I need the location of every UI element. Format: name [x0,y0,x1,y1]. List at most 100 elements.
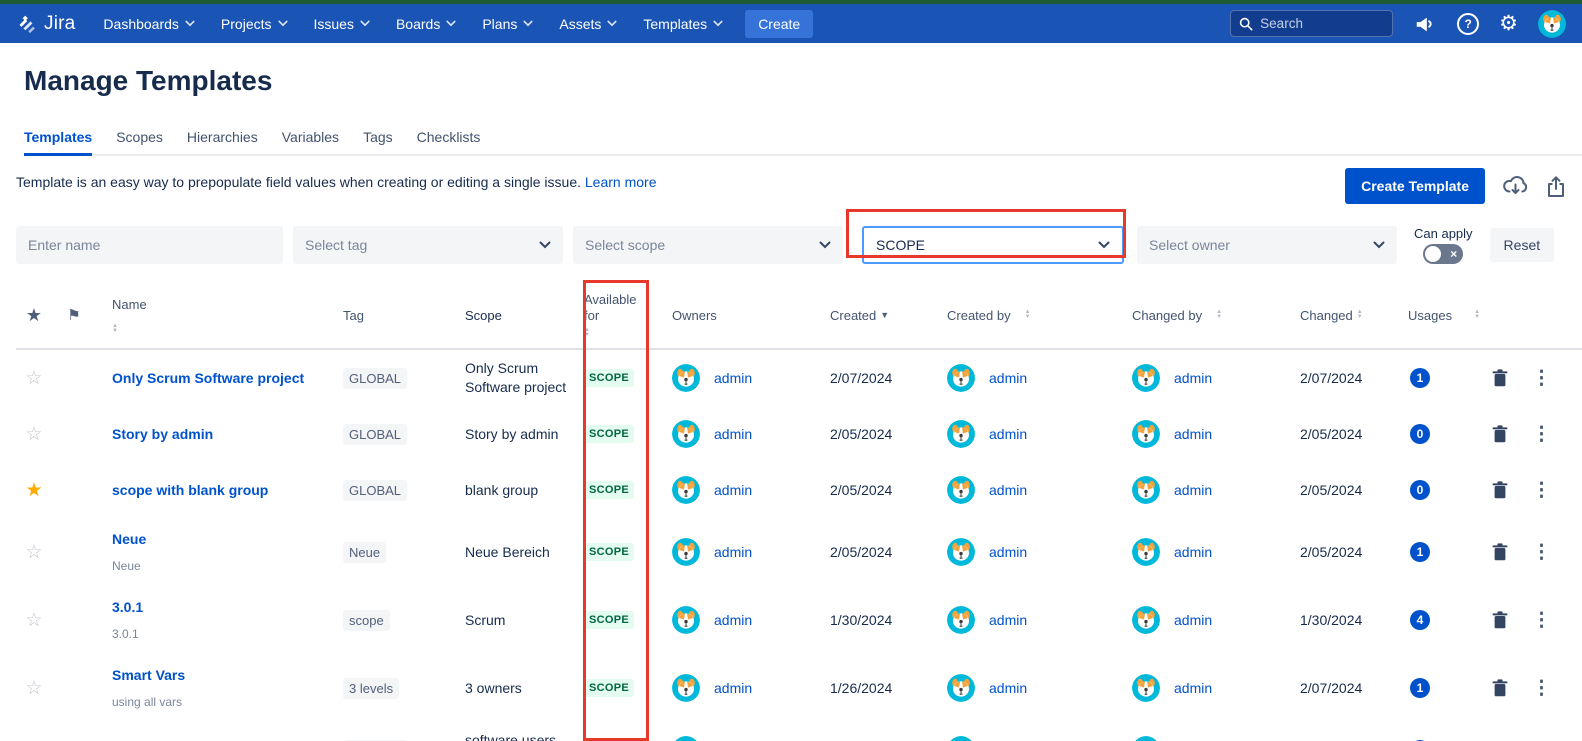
created-by-link[interactable]: admin [989,370,1027,386]
owner-avatar[interactable] [672,736,700,741]
scope-filter[interactable]: Select scope [573,226,843,264]
created-by-link[interactable]: admin [989,482,1027,498]
changed-by-avatar[interactable] [1132,606,1160,634]
usages-badge[interactable]: 0 [1410,424,1430,444]
changed-by-avatar[interactable] [1132,476,1160,504]
tab-scopes[interactable]: Scopes [116,123,163,154]
delete-button[interactable] [1492,481,1508,499]
star-icon[interactable]: ☆ [25,609,42,632]
star-icon[interactable]: ☆ [25,423,42,446]
usages-badge[interactable]: 1 [1410,368,1430,388]
sort-desc-icon[interactable]: ▼ [880,310,889,320]
owner-link[interactable]: admin [714,426,752,442]
template-name-link[interactable]: scope with blank group [112,482,268,498]
nav-item-dashboards[interactable]: Dashboards [103,16,195,32]
template-name-link[interactable]: 3.0.1 [112,599,143,615]
column-header-created[interactable]: Created▼ [820,292,923,338]
available-for-filter[interactable]: SCOPE [862,226,1124,264]
changed-by-avatar[interactable] [1132,364,1160,392]
tab-templates[interactable]: Templates [24,123,92,154]
changed-by-link[interactable]: admin [1174,482,1212,498]
changed-by-avatar[interactable] [1132,674,1160,702]
owner-avatar[interactable] [672,538,700,566]
changed-by-avatar[interactable] [1132,420,1160,448]
created-by-link[interactable]: admin [989,544,1027,560]
changed-by-avatar[interactable] [1132,736,1160,741]
owner-avatar[interactable] [672,476,700,504]
announcements-button[interactable] [1413,13,1437,35]
star-icon[interactable]: ☆ [25,677,42,700]
column-header-createdby[interactable]: Created by▲▼ [923,292,1108,338]
owner-avatar[interactable] [672,364,700,392]
column-header-avail[interactable]: Available for▲▼ [584,292,648,338]
more-actions-button[interactable]: ⋮ [1532,611,1551,630]
tab-hierarchies[interactable]: Hierarchies [187,123,258,154]
created-by-link[interactable]: admin [989,680,1027,696]
usages-badge[interactable]: 1 [1410,542,1430,562]
changed-by-link[interactable]: admin [1174,680,1212,696]
column-header-name[interactable]: Name▲▼ [96,292,343,338]
owner-link[interactable]: admin [714,370,752,386]
tab-checklists[interactable]: Checklists [417,123,481,154]
template-name-link[interactable]: Only Scrum Software project [112,370,304,386]
star-icon[interactable]: ☆ [25,541,42,564]
created-by-avatar[interactable] [947,476,975,504]
delete-button[interactable] [1492,369,1508,387]
usages-badge[interactable]: 4 [1410,610,1430,630]
create-template-button[interactable]: Create Template [1345,168,1485,204]
changed-by-link[interactable]: admin [1174,370,1212,386]
created-by-avatar[interactable] [947,364,975,392]
learn-more-link[interactable]: Learn more [585,174,657,190]
name-filter-input[interactable] [28,237,271,253]
owner-link[interactable]: admin [714,612,752,628]
tag-filter[interactable]: Select tag [293,226,563,264]
changed-by-link[interactable]: admin [1174,544,1212,560]
created-by-link[interactable]: admin [989,426,1027,442]
nav-item-projects[interactable]: Projects [221,16,288,32]
column-header-usages[interactable]: Usages▲▼ [1408,292,1480,338]
create-button[interactable]: Create [745,10,813,38]
can-apply-toggle[interactable]: × [1423,244,1463,264]
settings-button[interactable]: ⚙ [1499,13,1518,34]
owner-avatar[interactable] [672,674,700,702]
delete-button[interactable] [1492,425,1508,443]
more-actions-button[interactable]: ⋮ [1532,543,1551,562]
usages-badge[interactable]: 1 [1410,678,1430,698]
import-button[interactable] [1502,175,1529,198]
user-avatar[interactable] [1538,10,1566,38]
delete-button[interactable] [1492,611,1508,629]
template-name-link[interactable]: Neue [112,531,146,547]
export-button[interactable] [1546,175,1566,198]
nav-item-boards[interactable]: Boards [396,16,456,32]
name-filter[interactable] [16,226,283,264]
changed-by-avatar[interactable] [1132,538,1160,566]
created-by-avatar[interactable] [947,736,975,741]
search-box[interactable] [1230,10,1393,37]
owner-link[interactable]: admin [714,482,752,498]
changed-by-link[interactable]: admin [1174,426,1212,442]
search-input[interactable] [1260,16,1370,31]
help-button[interactable]: ? [1457,13,1479,35]
tab-tags[interactable]: Tags [363,123,393,154]
more-actions-button[interactable]: ⋮ [1532,481,1551,500]
owner-link[interactable]: admin [714,544,752,560]
column-header-changed[interactable]: Changed▲▼ [1300,292,1408,338]
usages-badge[interactable]: 0 [1410,480,1430,500]
owner-link[interactable]: admin [714,680,752,696]
nav-item-assets[interactable]: Assets [559,16,617,32]
created-by-link[interactable]: admin [989,612,1027,628]
delete-button[interactable] [1492,679,1508,697]
template-name-link[interactable]: Story by admin [112,426,213,442]
more-actions-button[interactable]: ⋮ [1532,369,1551,388]
more-actions-button[interactable]: ⋮ [1532,679,1551,698]
owner-avatar[interactable] [672,420,700,448]
sort-icon[interactable]: ▲▼ [1357,310,1363,320]
template-name-link[interactable]: Smart Vars [112,667,185,683]
delete-button[interactable] [1492,543,1508,561]
created-by-avatar[interactable] [947,538,975,566]
star-icon[interactable]: ☆ [25,367,42,390]
jira-logo[interactable]: Jira [16,13,75,35]
reset-button[interactable]: Reset [1490,228,1555,262]
nav-item-issues[interactable]: Issues [314,16,370,32]
sort-icon[interactable]: ▲▼ [112,324,118,334]
